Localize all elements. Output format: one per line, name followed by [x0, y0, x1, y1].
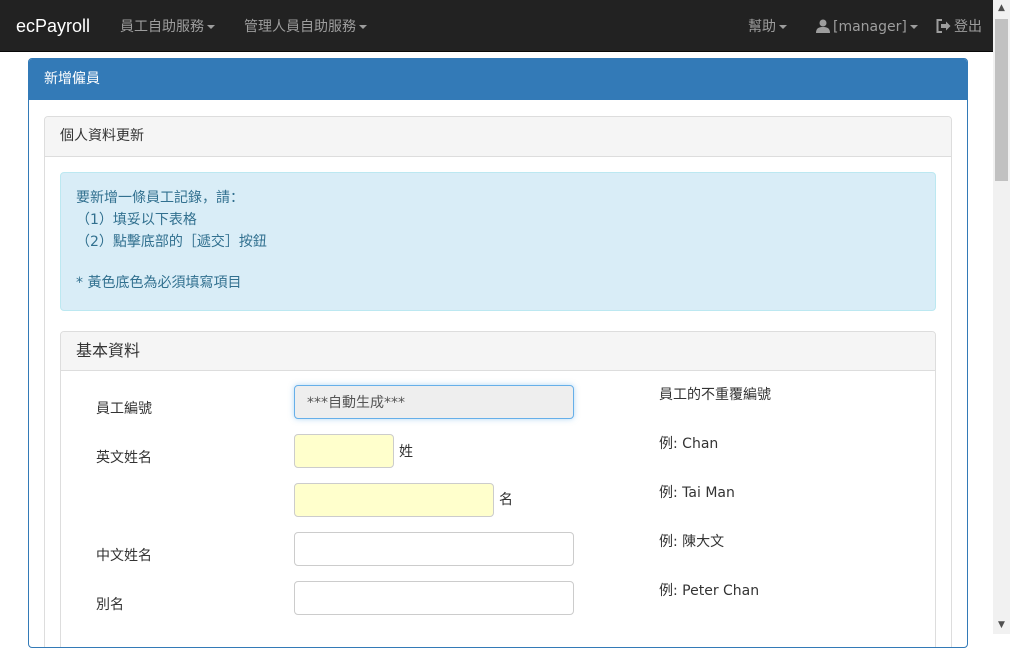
nav-help[interactable]: 幫助 [748, 17, 787, 37]
english-name-label: 英文姓名 [96, 450, 152, 466]
nav-logout-label: 登出 [954, 19, 982, 35]
instructions-alert: 要新增一條員工記錄，請： （1）填妥以下表格 （2）點擊底部的［遞交］按鈕 * … [60, 172, 936, 311]
alias-field[interactable] [294, 581, 574, 615]
logout-icon [936, 19, 951, 33]
user-icon [816, 19, 830, 33]
section-title: 個人資料更新 [45, 117, 951, 157]
nav-user-label: [manager] [833, 19, 907, 35]
chinese-name-hint: 例: 陳大文 [659, 534, 725, 550]
nav-manager-self-service-label: 管理人員自助服務 [244, 19, 356, 35]
employee-no-hint: 員工的不重覆編號 [659, 387, 771, 403]
page-scrollbar[interactable]: ▲ ▼ [993, 0, 1010, 634]
employee-no-label: 員工編號 [96, 401, 152, 417]
surname-suffix: 姓 [399, 444, 413, 460]
english-surname-hint: 例: Chan [659, 436, 719, 452]
english-given-name-field[interactable] [294, 483, 494, 517]
required-note: * 黃色底色為必須填寫項目 [76, 275, 242, 291]
instruction-line: （1）填妥以下表格 [76, 212, 197, 228]
nav-employee-self-service-label: 員工自助服務 [120, 19, 204, 35]
chinese-name-label: 中文姓名 [96, 548, 152, 564]
alias-hint: 例: Peter Chan [659, 583, 760, 599]
top-navbar: ecPayroll 員工自助服務 管理人員自助服務 幫助 [manager] 登… [0, 0, 993, 52]
scroll-thumb[interactable] [995, 19, 1008, 181]
instruction-line: 要新增一條員工記錄，請： [76, 190, 244, 206]
scroll-down-icon[interactable]: ▼ [993, 617, 1010, 634]
nav-employee-self-service[interactable]: 員工自助服務 [120, 17, 215, 37]
given-name-suffix: 名 [499, 492, 513, 508]
panel-title: 新增僱員 [29, 59, 967, 100]
english-given-name-hint: 例: Tai Man [659, 485, 735, 501]
personal-info-panel: 個人資料更新 要新增一條員工記錄，請： （1）填妥以下表格 （2）點擊底部的［遞… [44, 116, 952, 647]
brand-logo[interactable]: ecPayroll [16, 14, 90, 38]
english-surname-field[interactable] [294, 434, 394, 468]
nav-manager-self-service[interactable]: 管理人員自助服務 [244, 17, 367, 37]
chevron-down-icon [207, 25, 215, 29]
alias-label: 別名 [96, 597, 124, 613]
basic-info-title: 基本資料 [61, 332, 935, 371]
chevron-down-icon [359, 25, 367, 29]
chevron-down-icon [909, 25, 918, 29]
nav-logout[interactable]: 登出 [936, 17, 982, 37]
employee-no-field[interactable] [294, 385, 574, 419]
scroll-up-icon[interactable]: ▲ [993, 0, 1010, 17]
nav-help-label: 幫助 [748, 19, 776, 35]
instruction-line: （2）點擊底部的［遞交］按鈕 [76, 234, 267, 250]
nav-user-menu[interactable]: [manager] [816, 17, 918, 37]
chevron-down-icon [779, 25, 787, 29]
chinese-name-field[interactable] [294, 532, 574, 566]
